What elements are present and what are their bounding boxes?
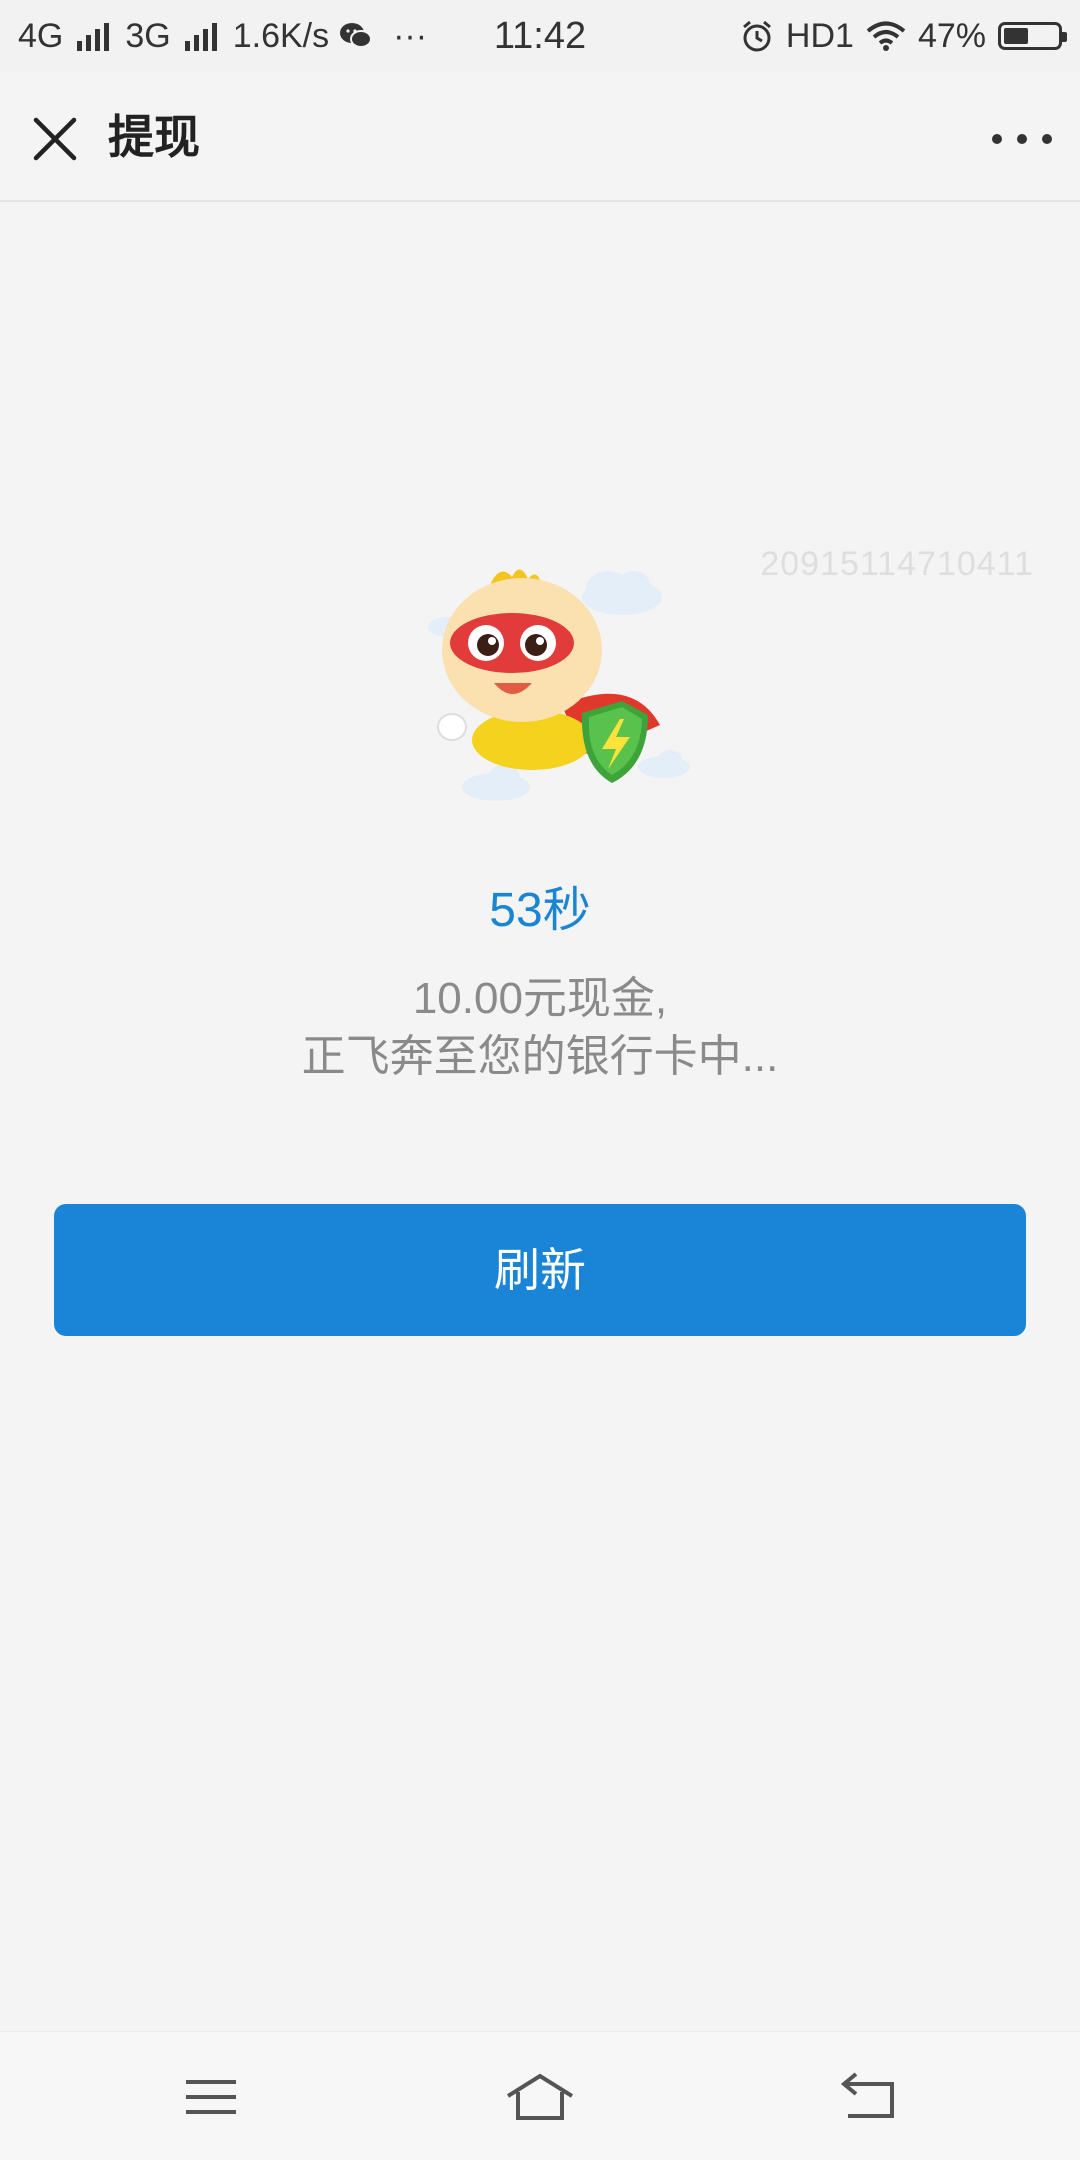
nav-bar: 提现 bbox=[0, 72, 1080, 202]
transfer-message: 10.00元现金, 正飞奔至您的银行卡中... bbox=[0, 970, 1080, 1086]
status-right: HD1 47% bbox=[740, 0, 1067, 72]
page-title: 提现 bbox=[108, 111, 200, 163]
more-button[interactable] bbox=[992, 112, 1052, 166]
back-button[interactable] bbox=[828, 2062, 908, 2132]
system-nav-bar bbox=[0, 2031, 1080, 2160]
hd-indicator: HD1 bbox=[785, 17, 854, 55]
watermark-id: 20915114710411 bbox=[760, 545, 1034, 583]
mascot-illustration bbox=[428, 569, 690, 801]
more-icon bbox=[992, 134, 1002, 144]
home-icon bbox=[506, 2073, 574, 2120]
battery-percent: 47% bbox=[917, 17, 986, 55]
message-amount: 10.00元现金, bbox=[412, 974, 668, 1023]
wifi-icon bbox=[866, 21, 906, 51]
battery-icon bbox=[998, 22, 1067, 50]
alarm-icon bbox=[742, 20, 771, 52]
menu-icon bbox=[186, 2080, 236, 2114]
message-status: 正飞奔至您的银行卡中... bbox=[301, 1032, 779, 1081]
close-button[interactable] bbox=[28, 112, 82, 166]
close-icon bbox=[33, 117, 77, 161]
status-bar: 4G 3G 1.6K/s ··· 11:42 HD1 47% bbox=[0, 0, 1080, 72]
back-icon bbox=[840, 2072, 894, 2118]
home-button[interactable] bbox=[500, 2062, 580, 2132]
menu-button[interactable] bbox=[172, 2062, 252, 2132]
countdown-timer: 53秒 bbox=[489, 884, 591, 937]
refresh-button[interactable]: 刷新 bbox=[54, 1204, 1026, 1336]
